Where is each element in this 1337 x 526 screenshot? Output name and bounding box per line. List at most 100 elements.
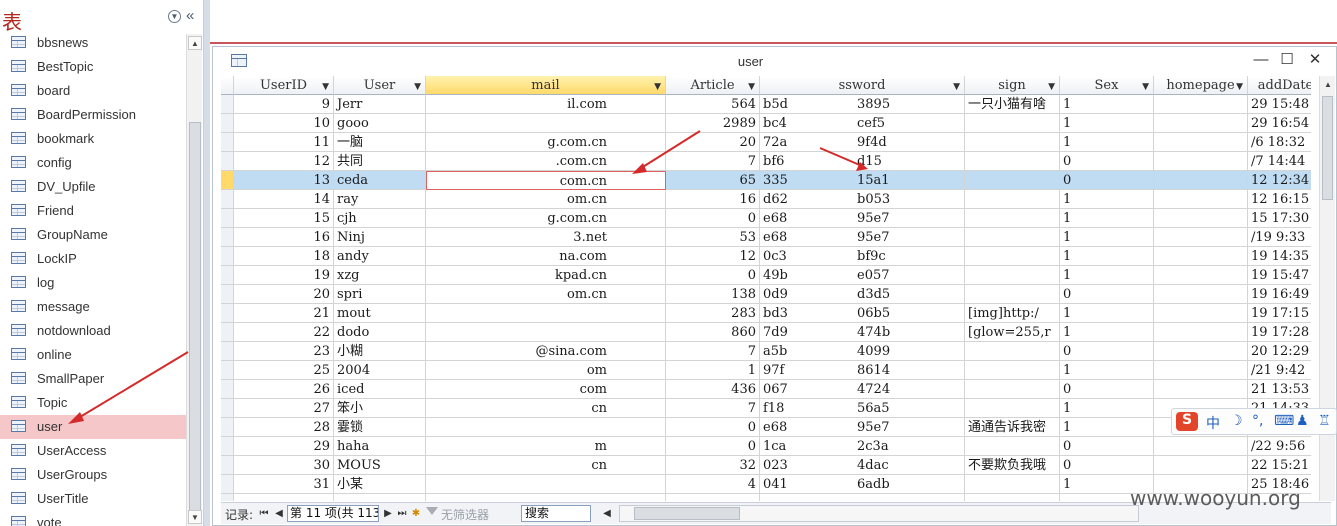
cell-password[interactable]: 041 6adb [760,475,965,494]
cell-sex[interactable]: 0 [1060,152,1154,171]
cell-id[interactable]: 23 [234,342,334,361]
cell-password[interactable]: 72a 9f4d [760,133,965,152]
table-row[interactable]: 26 iced com 436 067 4724 0 21 13:53 [221,380,1311,399]
scroll-thumb[interactable] [189,122,201,512]
record-selector[interactable] [221,190,234,209]
cell-user[interactable]: dodo [334,323,426,342]
nav-item[interactable]: vote [0,511,186,526]
cell-user[interactable]: andy [334,247,426,266]
record-selector[interactable] [221,209,234,228]
cell-sign[interactable]: 不要欺负我哦 [965,456,1060,475]
cell-date[interactable]: 19 17:15 [1248,304,1311,323]
cell-article[interactable]: 53 [666,228,760,247]
cell-user[interactable]: MOUS [334,456,426,475]
cell-id[interactable]: 21 [234,304,334,323]
table-row[interactable]: 25 2004 om 1 97f 8614 1/21 9:42 [221,361,1311,380]
cell-email[interactable] [426,475,666,494]
cell-sign[interactable] [965,437,1060,456]
cell-homepage[interactable] [1154,285,1248,304]
cell-sex[interactable]: 0 [1060,456,1154,475]
cell-id[interactable]: 14 [234,190,334,209]
cell-homepage[interactable] [1154,228,1248,247]
nav-item[interactable]: BoardPermission [0,103,186,127]
cell-sign[interactable] [965,380,1060,399]
grid-vertical-scrollbar[interactable]: ▲ [1319,76,1335,501]
double-chevron-left-icon[interactable]: « [186,7,194,24]
nav-item[interactable]: message [0,295,186,319]
record-selector[interactable] [221,247,234,266]
cell-sex[interactable]: 1 [1060,228,1154,247]
cell-date[interactable]: /7 14:44 [1248,152,1311,171]
user-icon[interactable]: ♟ [1296,413,1309,429]
cell-user[interactable]: 小某 [334,475,426,494]
cell-article[interactable]: 564 [666,95,760,114]
cell-password[interactable]: 023 4dac [760,456,965,475]
column-header[interactable]: sign ▼ [965,76,1060,95]
cell-date[interactable]: 19 16:49 [1248,285,1311,304]
cell-password[interactable]: 7d9 474b [760,323,965,342]
cell-password[interactable]: 0c3 bf9c [760,247,965,266]
table-row[interactable]: 20 spri om.cn 138 0d9 d3d5 0 19 16:49 [221,285,1311,304]
cell-article[interactable]: 0 [666,209,760,228]
cell-user[interactable]: iced [334,380,426,399]
cell-id[interactable]: 29 [234,437,334,456]
column-dropdown-icon[interactable]: ▼ [1142,79,1149,94]
cell-user[interactable]: 笨小 [334,399,426,418]
cell-sign[interactable] [965,361,1060,380]
cell-article[interactable]: 860 [666,323,760,342]
nav-item[interactable]: user [0,415,186,439]
cell-user[interactable]: spri [334,285,426,304]
cell-sign[interactable] [965,342,1060,361]
nav-item[interactable]: SmallPaper [0,367,186,391]
cell-email[interactable] [426,304,666,323]
cell-email[interactable]: com.cn [426,171,666,190]
cell-homepage[interactable] [1154,209,1248,228]
cell-email[interactable]: om.cn [426,285,666,304]
cell-sign[interactable] [965,171,1060,190]
cell-article[interactable]: 32 [666,456,760,475]
table-row[interactable]: 10 gooo 2989 bc4 cef5 1 29 16:54 [221,114,1311,133]
nav-item[interactable]: Friend [0,199,186,223]
cell-homepage[interactable] [1154,304,1248,323]
cell-article[interactable]: 20 [666,133,760,152]
nav-item[interactable]: notdownload [0,319,186,343]
cell-homepage[interactable] [1154,95,1248,114]
cell-homepage[interactable] [1154,361,1248,380]
nav-scrollbar[interactable]: ▲ ▼ [186,34,202,526]
cell-password[interactable]: e68 95e7 [760,209,965,228]
cell-email[interactable]: na.com [426,247,666,266]
cell-id[interactable]: 28 [234,418,334,437]
nav-item[interactable]: bbsnews [0,31,186,55]
table-row[interactable]: 30 MOUS cn 32 023 4dac 不要欺负我哦 0 22 15:21 [221,456,1311,475]
cell-sign[interactable] [965,494,1060,501]
new-record-icon[interactable]: ✱ [410,508,422,519]
record-selector[interactable] [221,361,234,380]
cell-email[interactable]: om.cn [426,190,666,209]
grid-horizontal-scrollbar[interactable] [619,505,1139,522]
cell-sex[interactable]: 1 [1060,209,1154,228]
cell-date[interactable]: 20 12:29 [1248,342,1311,361]
cell-article[interactable]: 0 [666,437,760,456]
cell-sign[interactable]: [img]http:/ [965,304,1060,323]
cell-sex[interactable]: 1 [1060,247,1154,266]
column-dropdown-icon[interactable]: ▼ [1048,79,1055,94]
nav-item[interactable]: GroupName [0,223,186,247]
record-selector[interactable] [221,475,234,494]
cell-id[interactable]: 19 [234,266,334,285]
cell-article[interactable]: 138 [666,285,760,304]
cell-sex[interactable]: 1 [1060,190,1154,209]
close-icon[interactable]: ✕ [1305,50,1325,70]
cell-sign[interactable] [965,285,1060,304]
prev-record-icon[interactable]: ◀ [273,508,285,519]
cell-article[interactable]: 7 [666,342,760,361]
cell-article[interactable]: 65 [666,171,760,190]
cell-email[interactable] [426,114,666,133]
cell-article[interactable]: 12 [666,247,760,266]
cell-password[interactable] [760,494,965,501]
cell-password[interactable]: 1ca 2c3a [760,437,965,456]
punctuation-icon[interactable]: °, [1252,413,1263,429]
cell-sign[interactable]: 通通告诉我密 [965,418,1060,437]
record-selector[interactable] [221,399,234,418]
cell-password[interactable]: a5b 4099 [760,342,965,361]
cell-email[interactable] [426,323,666,342]
